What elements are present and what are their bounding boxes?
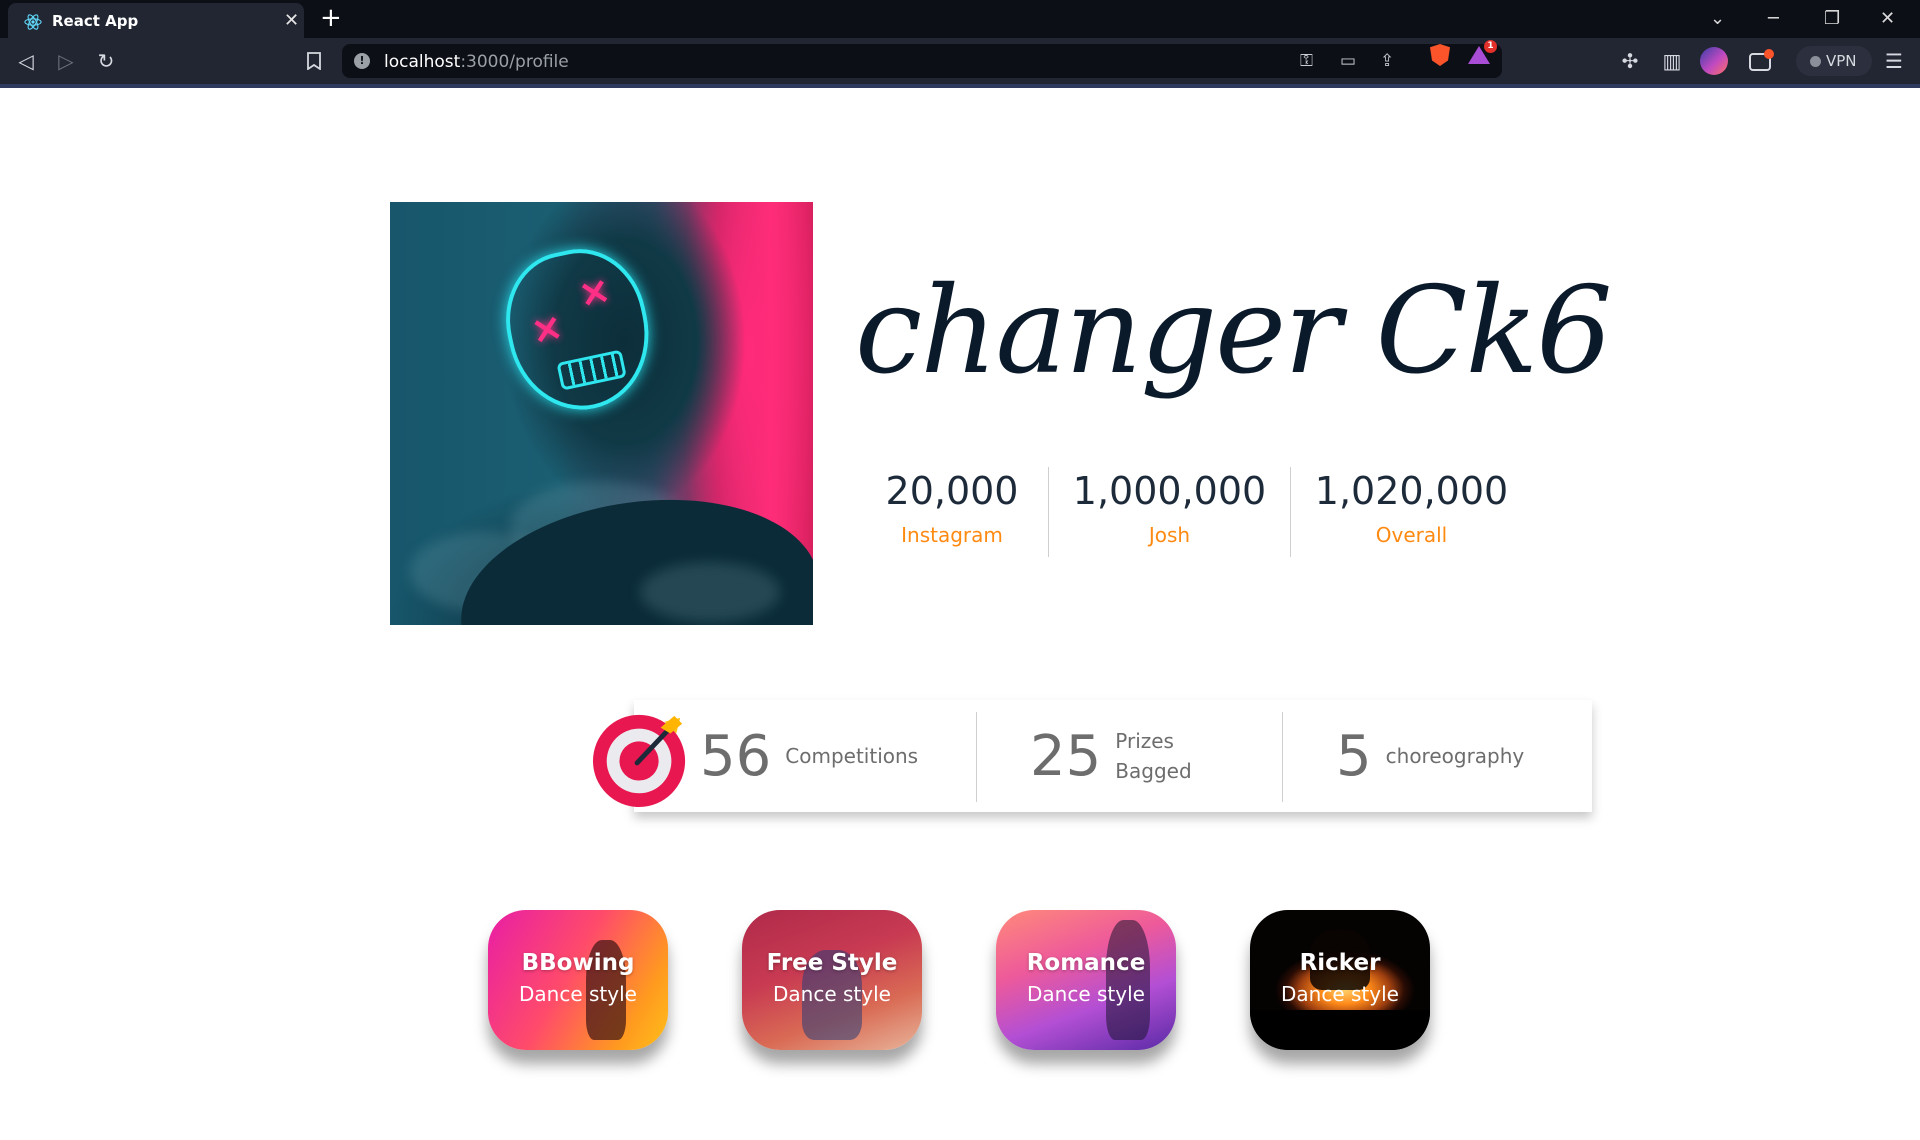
back-arrow-icon[interactable]: ◁ <box>12 47 40 75</box>
key-icon[interactable]: ⚿ <box>1300 51 1313 71</box>
target-arrow-icon <box>592 714 686 808</box>
bookmark-icon[interactable] <box>300 47 328 75</box>
info-icon[interactable]: ! <box>354 53 370 69</box>
share-icon[interactable]: ⇪ <box>1380 51 1394 71</box>
stat-label: Instagram <box>901 523 1003 547</box>
stat-label: Josh <box>1148 523 1191 547</box>
style-subtitle: Dance style <box>519 982 637 1006</box>
close-tab-icon[interactable]: ✕ <box>284 10 299 31</box>
style-card-free-style[interactable]: Free Style Dance style <box>742 910 922 1050</box>
notification-badge: 1 <box>1484 40 1497 53</box>
profile-avatar[interactable] <box>1700 47 1728 75</box>
vpn-status-icon <box>1810 56 1821 67</box>
profile-photo: × × <box>390 202 813 625</box>
address-bar[interactable]: ! localhost:3000/profile ⚿ ▭ ⇪ <box>342 44 1502 78</box>
reload-icon[interactable]: ↻ <box>92 47 120 75</box>
url-text: localhost:3000/profile <box>384 52 569 72</box>
stat-value: 1,000,000 <box>1072 469 1267 513</box>
forward-arrow-icon[interactable]: ▷ <box>52 47 80 75</box>
browser-tab[interactable]: React App ✕ <box>8 3 304 38</box>
achievement-choreography: 5 choreography <box>1336 700 1524 812</box>
stat-label: Overall <box>1375 523 1448 547</box>
minimize-icon[interactable]: ─ <box>1768 8 1779 29</box>
tab-search-icon[interactable]: ⌄ <box>1710 8 1725 29</box>
react-icon <box>24 14 42 30</box>
hamburger-icon[interactable]: ☰ <box>1880 47 1908 75</box>
close-window-icon[interactable]: ✕ <box>1880 8 1895 29</box>
style-subtitle: Dance style <box>773 982 891 1006</box>
browser-toolbar: ◁ ▷ ↻ ! localhost:3000/profile ⚿ ▭ ⇪ 1 ✣… <box>0 38 1920 88</box>
achievement-label: choreography <box>1385 744 1525 768</box>
achievement-number: 56 <box>700 723 772 789</box>
achievement-competitions: 56 Competitions <box>700 700 918 812</box>
browser-tab-bar: React App ✕ + ⌄ ─ ❐ ✕ <box>0 0 1920 38</box>
stat-josh: 1,000,000 Josh <box>1048 467 1290 557</box>
cast-icon[interactable]: ▭ <box>1340 51 1356 71</box>
achievement-label: Competitions <box>785 744 919 768</box>
follower-stats: 20,000 Instagram 1,000,000 Josh 1,020,00… <box>856 467 1532 557</box>
sidebar-icon[interactable]: ▥ <box>1658 47 1686 75</box>
profile-page: × × changer Ck6 20,000 Instagram 1,000,0… <box>0 92 1920 1140</box>
style-title: Free Style <box>766 950 898 976</box>
profile-name: changer Ck6 <box>855 262 1613 401</box>
restore-icon[interactable]: ❐ <box>1824 8 1840 29</box>
style-card-bbowing[interactable]: BBowing Dance style <box>488 910 668 1050</box>
achievements-card: 56 Competitions 25 Prizes Bagged 5 choreo… <box>634 700 1592 812</box>
style-card-ricker[interactable]: Ricker Dance style <box>1250 910 1430 1050</box>
style-title: BBowing <box>521 950 635 976</box>
style-title: Ricker <box>1299 950 1381 976</box>
style-subtitle: Dance style <box>1027 982 1145 1006</box>
achievement-label: Prizes Bagged <box>1115 729 1192 783</box>
style-card-romance[interactable]: Romance Dance style <box>996 910 1176 1050</box>
style-title: Romance <box>1026 950 1146 976</box>
stat-overall: 1,020,000 Overall <box>1290 467 1532 557</box>
achievement-prizes: 25 Prizes Bagged <box>1030 700 1192 812</box>
achievement-number: 5 <box>1336 723 1372 789</box>
tab-title: React App <box>52 12 139 30</box>
wallet-icon[interactable] <box>1748 48 1774 74</box>
stat-value: 1,020,000 <box>1314 469 1509 513</box>
vpn-button[interactable]: VPN <box>1796 46 1872 76</box>
new-tab-button[interactable]: + <box>320 3 342 33</box>
stat-instagram: 20,000 Instagram <box>856 467 1048 557</box>
achievement-number: 25 <box>1030 723 1102 789</box>
style-subtitle: Dance style <box>1281 982 1399 1006</box>
stat-value: 20,000 <box>885 469 1019 513</box>
neon-mask: × × <box>492 237 664 423</box>
puzzle-icon[interactable]: ✣ <box>1616 47 1644 75</box>
